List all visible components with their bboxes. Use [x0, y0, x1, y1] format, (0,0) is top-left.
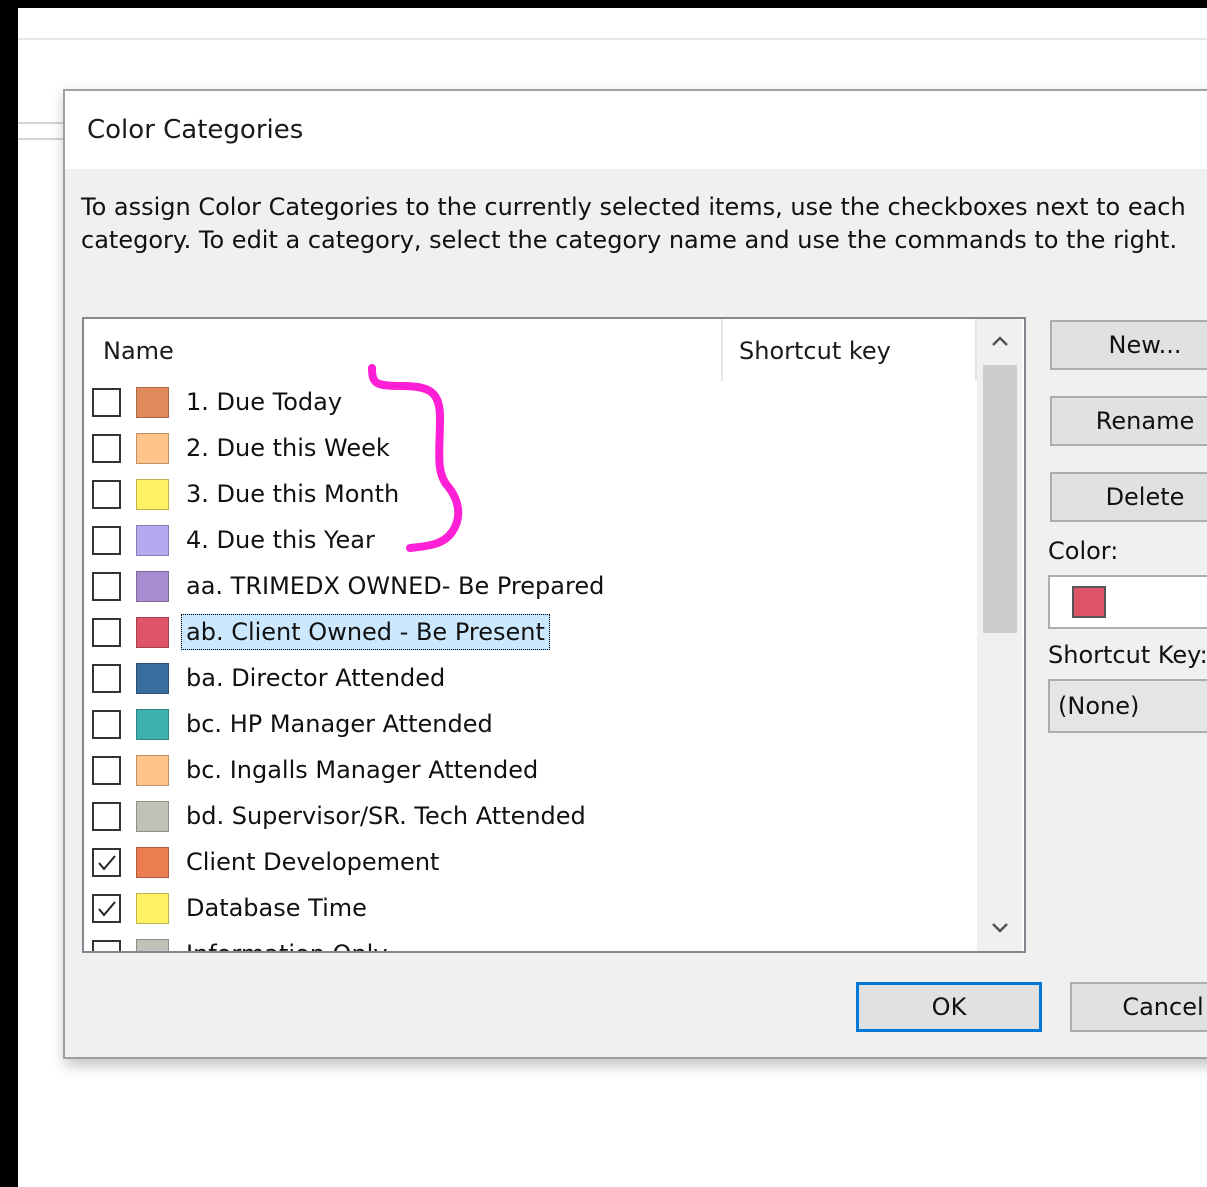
category-name[interactable]: 1. Due Today	[181, 384, 347, 420]
category-row[interactable]: 2. Due this Week	[84, 427, 977, 473]
category-row[interactable]: bc. Ingalls Manager Attended	[84, 749, 977, 795]
category-rows: 1. Due Today 2. Due this Week 3. Due this …	[84, 381, 977, 951]
category-name[interactable]: Information Only	[181, 936, 393, 951]
category-name[interactable]: ab. Client Owned - Be Present	[181, 614, 550, 650]
category-name[interactable]: bd. Supervisor/SR. Tech Attended	[181, 798, 591, 834]
category-color-swatch	[136, 893, 169, 924]
category-color-swatch	[136, 387, 169, 418]
column-header-shortcut-key[interactable]: Shortcut key	[739, 337, 891, 365]
category-row[interactable]: 4. Due this Year	[84, 519, 977, 565]
category-row[interactable]: ab. Client Owned - Be Present	[84, 611, 977, 657]
category-name[interactable]: aa. TRIMEDX OWNED- Be Prepared	[181, 568, 609, 604]
dialog-title: Color Categories	[87, 115, 304, 145]
category-color-swatch	[136, 847, 169, 878]
selected-color-swatch	[1072, 586, 1106, 618]
color-label: Color:	[1048, 537, 1119, 565]
category-row[interactable]: aa. TRIMEDX OWNED- Be Prepared	[84, 565, 977, 611]
category-checkbox[interactable]	[92, 802, 121, 831]
color-picker[interactable]	[1048, 575, 1207, 629]
column-header-name[interactable]: Name	[103, 337, 174, 365]
scroll-up-icon[interactable]	[977, 319, 1022, 364]
category-color-swatch	[136, 709, 169, 740]
category-checkbox[interactable]	[92, 710, 121, 739]
category-name[interactable]: 4. Due this Year	[181, 522, 380, 558]
shortcut-key-label: Shortcut Key:	[1048, 641, 1207, 669]
category-row[interactable]: bd. Supervisor/SR. Tech Attended	[84, 795, 977, 841]
list-header: Name Shortcut key	[84, 319, 977, 381]
category-name[interactable]: bc. HP Manager Attended	[181, 706, 498, 742]
category-color-swatch	[136, 755, 169, 786]
category-color-swatch	[136, 801, 169, 832]
delete-category-button[interactable]: Delete	[1050, 472, 1207, 522]
shortcut-key-select[interactable]: (None)	[1048, 679, 1207, 733]
rename-category-button[interactable]: Rename	[1050, 396, 1207, 446]
category-color-swatch	[136, 617, 169, 648]
category-row[interactable]: 3. Due this Month	[84, 473, 977, 519]
category-checkbox[interactable]	[92, 388, 121, 417]
category-checkbox[interactable]	[92, 434, 121, 463]
category-color-swatch	[136, 571, 169, 602]
category-checkbox[interactable]	[92, 526, 121, 555]
column-separator[interactable]	[721, 319, 723, 381]
ok-button[interactable]: OK	[856, 982, 1042, 1032]
category-checkbox[interactable]	[92, 756, 121, 785]
category-checkbox[interactable]	[92, 848, 121, 877]
cancel-button[interactable]: Cancel	[1070, 982, 1207, 1032]
checkmark-icon	[98, 855, 116, 871]
category-color-swatch	[136, 939, 169, 951]
category-color-swatch	[136, 433, 169, 464]
background-lines	[18, 122, 64, 140]
checkmark-icon	[98, 901, 116, 917]
category-checkbox[interactable]	[92, 894, 121, 923]
category-name[interactable]: Client Developement	[181, 844, 444, 880]
category-row[interactable]: ba. Director Attended	[84, 657, 977, 703]
category-checkbox[interactable]	[92, 664, 121, 693]
dialog-instructions: To assign Color Categories to the curren…	[81, 193, 1186, 254]
category-checkbox[interactable]	[92, 940, 121, 951]
category-name[interactable]: bc. Ingalls Manager Attended	[181, 752, 543, 788]
category-row[interactable]: Client Developement	[84, 841, 977, 887]
top-border	[0, 0, 1207, 8]
category-name[interactable]: 3. Due this Month	[181, 476, 404, 512]
dialog-titlebar: Color Categories	[65, 91, 1207, 169]
app-header-divider	[18, 38, 1207, 40]
category-checkbox[interactable]	[92, 572, 121, 601]
category-name[interactable]: Database Time	[181, 890, 372, 926]
scroll-down-icon[interactable]	[977, 906, 1022, 951]
category-name[interactable]: ba. Director Attended	[181, 660, 450, 696]
new-category-button[interactable]: New...	[1050, 320, 1207, 370]
category-list[interactable]: Name Shortcut key 1. Due Today 2. Due thi…	[82, 317, 1026, 953]
category-checkbox[interactable]	[92, 618, 121, 647]
vertical-scrollbar[interactable]	[977, 319, 1022, 951]
category-color-swatch	[136, 663, 169, 694]
category-checkbox[interactable]	[92, 480, 121, 509]
category-row[interactable]: bc. HP Manager Attended	[84, 703, 977, 749]
category-row[interactable]: Database Time	[84, 887, 977, 933]
category-color-swatch	[136, 525, 169, 556]
category-name[interactable]: 2. Due this Week	[181, 430, 395, 466]
scrollbar-thumb[interactable]	[983, 365, 1017, 633]
color-categories-dialog: Color Categories To assign Color Categor…	[63, 89, 1207, 1059]
category-color-swatch	[136, 479, 169, 510]
category-row[interactable]: 1. Due Today	[84, 381, 977, 427]
category-row[interactable]: Information Only	[84, 933, 977, 951]
